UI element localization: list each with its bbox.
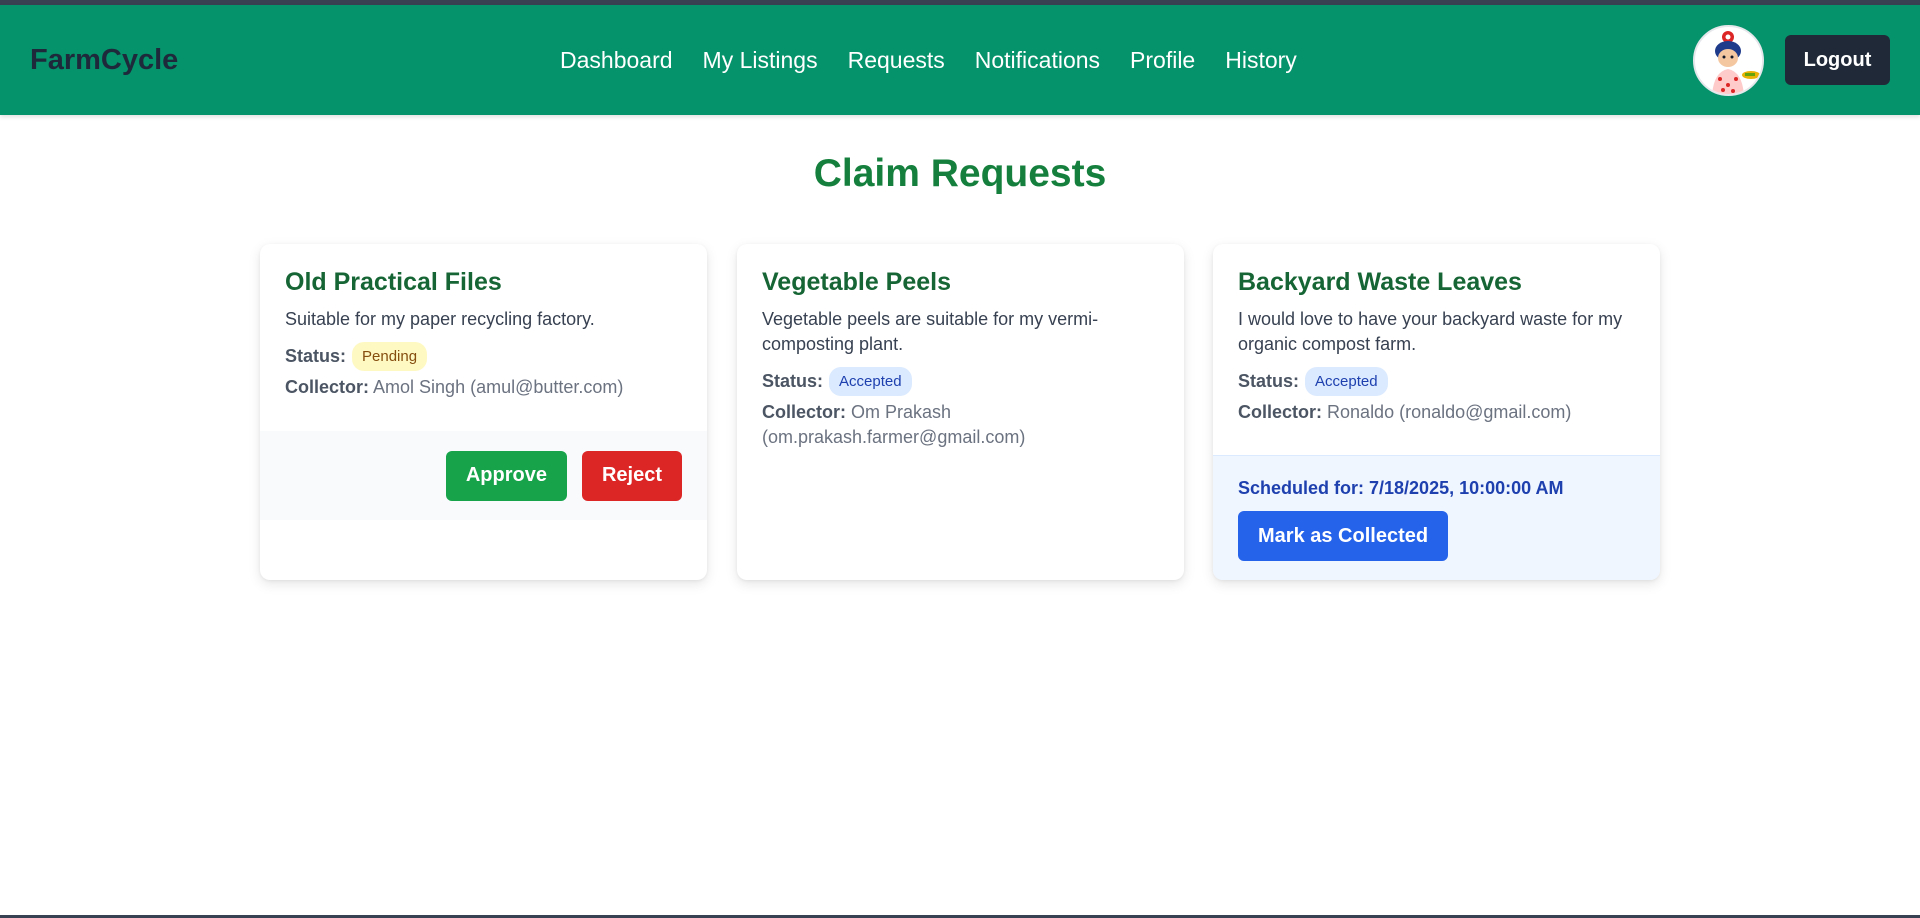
nav-link-notifications[interactable]: Notifications	[975, 47, 1100, 74]
avatar-illustration-icon	[1695, 27, 1762, 94]
reject-button[interactable]: Reject	[581, 450, 682, 501]
card-title: Vegetable Peels	[762, 268, 952, 296]
collector-label: Collector:	[285, 377, 370, 397]
status-label: Status:	[1238, 371, 1300, 391]
request-card: Old Practical Files Suitable for my pape…	[260, 244, 707, 580]
brand-logo[interactable]: FarmCycle	[30, 5, 178, 115]
mark-as-collected-button[interactable]: Mark as Collected	[1238, 511, 1449, 561]
approve-button[interactable]: Approve	[445, 450, 567, 501]
request-card: Vegetable Peels Vegetable peels are suit…	[737, 244, 1184, 580]
card-description: I would love to have your backyard waste…	[1238, 309, 1623, 354]
logout-button[interactable]: Logout	[1785, 35, 1890, 85]
collector-row: Collector: Ronaldo (ronaldo@gmail.com)	[1238, 400, 1635, 425]
status-badge: Pending	[352, 342, 428, 371]
status-row: Status: Accepted	[1238, 367, 1635, 396]
nav-link-requests[interactable]: Requests	[848, 47, 945, 74]
nav-link-my-listings[interactable]: My Listings	[703, 47, 818, 74]
status-badge: Accepted	[829, 367, 912, 396]
status-badge: Accepted	[1305, 367, 1388, 396]
nav-links: Dashboard My Listings Requests Notificat…	[560, 5, 1297, 115]
collector-label: Collector:	[762, 402, 847, 422]
request-card: Backyard Waste Leaves I would love to ha…	[1213, 244, 1660, 580]
card-title: Old Practical Files	[285, 268, 502, 296]
nav-link-history[interactable]: History	[1225, 47, 1297, 74]
user-avatar-icon[interactable]	[1693, 25, 1764, 96]
collector-value: Amol Singh (amul@butter.com)	[373, 377, 624, 397]
card-title: Backyard Waste Leaves	[1238, 268, 1522, 296]
card-description: Suitable for my paper recycling factory.	[285, 309, 595, 329]
navbar: FarmCycle Dashboard My Listings Requests…	[0, 5, 1920, 115]
page-title: Claim Requests	[813, 152, 1107, 195]
status-row: Status: Accepted	[762, 367, 1159, 396]
collector-value: Ronaldo (ronaldo@gmail.com)	[1327, 402, 1572, 422]
status-row: Status: Pending	[285, 342, 682, 371]
status-label: Status:	[285, 346, 347, 366]
nav-link-profile[interactable]: Profile	[1130, 47, 1195, 74]
collector-row: Collector: Amol Singh (amul@butter.com)	[285, 375, 682, 400]
collector-label: Collector:	[1238, 402, 1323, 422]
card-description: Vegetable peels are suitable for my verm…	[762, 309, 1099, 354]
collector-row: Collector: Om Prakash (om.prakash.farmer…	[762, 400, 1159, 450]
card-actions: Approve Reject	[260, 431, 707, 520]
schedule-text: Scheduled for: 7/18/2025, 10:00:00 AM	[1238, 478, 1564, 498]
nav-link-dashboard[interactable]: Dashboard	[560, 47, 673, 74]
status-label: Status:	[762, 371, 824, 391]
schedule-panel: Scheduled for: 7/18/2025, 10:00:00 AM Ma…	[1213, 455, 1660, 580]
